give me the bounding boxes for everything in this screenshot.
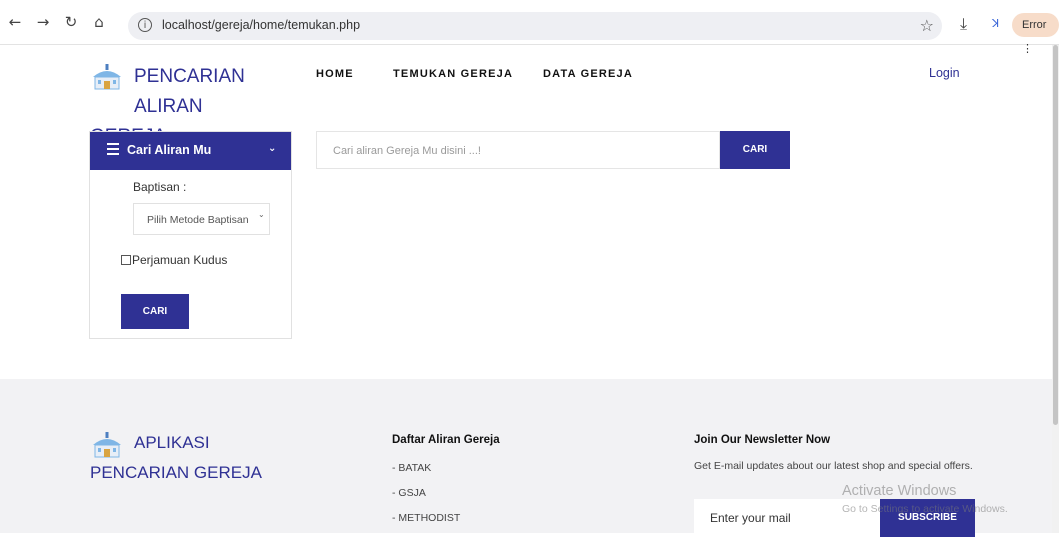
scrollbar-thumb[interactable] bbox=[1053, 45, 1058, 425]
arrow-left-icon[interactable]: ← bbox=[6, 13, 24, 31]
download-icon[interactable]: ⤓ bbox=[960, 14, 967, 34]
brand-line-1: PENCARIAN ALIRAN bbox=[134, 66, 245, 117]
address-bar[interactable]: i localhost/gereja/home/temukan.php ☆ bbox=[128, 12, 942, 40]
login-link[interactable]: Login bbox=[929, 66, 960, 80]
extension-icon[interactable]: ꓘ bbox=[992, 17, 1000, 30]
error-badge[interactable]: Error ⋮ bbox=[1012, 13, 1059, 55]
search-button[interactable]: CARI bbox=[720, 131, 790, 169]
church-list-item[interactable]: - METHODIST bbox=[392, 512, 460, 524]
url-text[interactable]: localhost/gereja/home/temukan.php bbox=[162, 18, 360, 32]
newsletter-text: Get E-mail updates about our latest shop… bbox=[694, 460, 973, 472]
windows-watermark-title: Activate Windows bbox=[842, 483, 957, 499]
baptis-label: Baptisan : bbox=[133, 180, 187, 194]
nav-data-gereja[interactable]: DATA GEREJA bbox=[543, 68, 633, 80]
search-input[interactable]: Cari aliran Gereja Mu disini ...! bbox=[316, 131, 720, 169]
footer-brand: APLIKASI PENCARIAN GEREJA bbox=[90, 428, 300, 488]
nav-temukan-gereja[interactable]: TEMUKAN GEREJA bbox=[393, 68, 513, 80]
baptis-select-value: Pilih Metode Baptisan bbox=[147, 214, 249, 226]
filter-header[interactable]: Cari Aliran Mu ⌄ bbox=[90, 132, 291, 170]
home-icon[interactable]: ⌂ bbox=[90, 13, 108, 31]
browser-toolbar: ← → ↻ ⌂ i localhost/gereja/home/temukan.… bbox=[0, 0, 1059, 55]
error-label: Error bbox=[1022, 19, 1047, 31]
perjamuan-checkbox[interactable] bbox=[121, 255, 131, 265]
select-caret-icon: ⌄ bbox=[258, 210, 265, 219]
baptis-select[interactable]: Pilih Metode Baptisan ⌄ bbox=[133, 203, 270, 235]
footer-brand-line-2: PENCARIAN GEREJA bbox=[90, 463, 262, 482]
filter-title: Cari Aliran Mu bbox=[127, 143, 212, 157]
menu-icon bbox=[107, 143, 119, 155]
windows-watermark-text: Go to Settings to activate Windows. bbox=[842, 503, 1008, 515]
star-icon[interactable]: ☆ bbox=[920, 16, 934, 35]
arrow-right-icon[interactable]: → bbox=[34, 13, 52, 31]
page-scrollbar[interactable] bbox=[1052, 45, 1059, 533]
reload-icon[interactable]: ↻ bbox=[62, 13, 80, 31]
perjamuan-label[interactable]: Perjamuan Kudus bbox=[132, 253, 227, 267]
search-placeholder: Cari aliran Gereja Mu disini ...! bbox=[333, 145, 481, 157]
nav-home[interactable]: HOME bbox=[316, 68, 354, 80]
filter-sidebar: Cari Aliran Mu ⌄ Baptisan : Pilih Metode… bbox=[89, 131, 292, 339]
info-icon[interactable]: i bbox=[138, 18, 152, 32]
footer-brand-line-1: APLIKASI bbox=[134, 433, 210, 452]
chevron-down-icon: ⌄ bbox=[268, 143, 277, 154]
church-list-item[interactable]: - GSJA bbox=[392, 487, 426, 499]
church-list-item[interactable]: - BATAK bbox=[392, 462, 431, 474]
church-list-title: Daftar Aliran Gereja bbox=[392, 434, 500, 446]
newsletter-placeholder: Enter your mail bbox=[710, 511, 791, 525]
filter-search-button[interactable]: CARI bbox=[121, 294, 189, 329]
newsletter-title: Join Our Newsletter Now bbox=[694, 434, 831, 446]
